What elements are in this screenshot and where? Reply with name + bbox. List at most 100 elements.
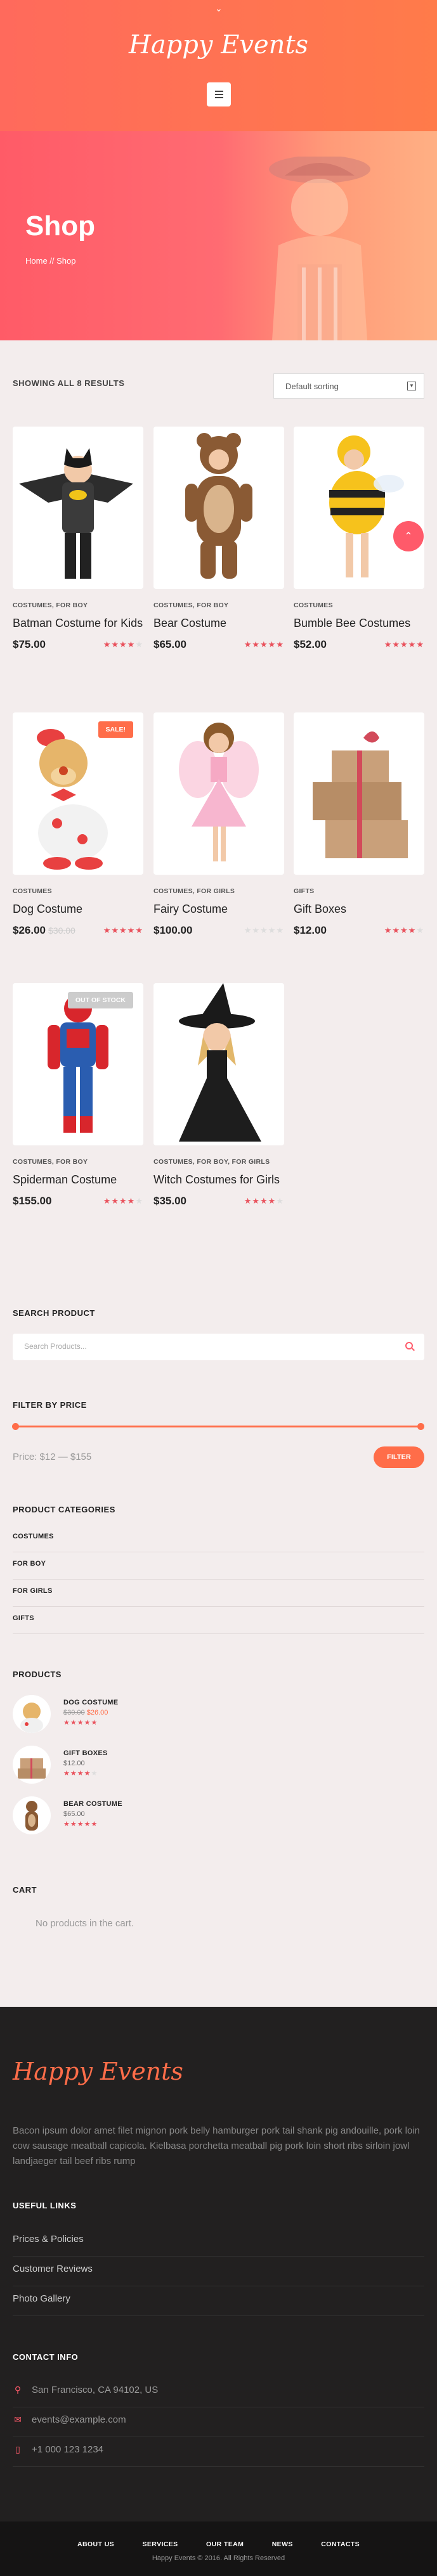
product-image-witch[interactable] (153, 983, 284, 1145)
site-logo[interactable]: Happy Events (0, 30, 437, 60)
footer-nav-news[interactable]: NEWS (272, 2541, 293, 2548)
footer-link-gallery[interactable]: Photo Gallery (13, 2293, 424, 2316)
mini-product-price: $65.00 (63, 1810, 85, 1818)
breadcrumb[interactable]: Home // Shop (25, 256, 76, 266)
product-title[interactable]: Bumble Bee Costumes (294, 615, 424, 631)
categories-title: PRODUCT CATEGORIES (13, 1505, 115, 1514)
product-price: $65.00 (153, 638, 186, 650)
products-widget-title: PRODUCTS (13, 1670, 62, 1679)
price-filter-title: FILTER BY PRICE (13, 1400, 87, 1410)
footer-link-prices[interactable]: Prices & Policies (13, 2234, 424, 2257)
product-category[interactable]: COSTUMES (13, 887, 143, 895)
product-image-bee[interactable] (294, 427, 424, 589)
product-card[interactable]: SALE! COSTUMES Dog Costume $26.00 $30.00 … (13, 712, 143, 937)
product-title[interactable]: Fairy Costume (153, 901, 284, 917)
product-category[interactable]: GIFTS (294, 887, 424, 895)
site-footer: Happy Events Bacon ipsum dolor amet file… (0, 2007, 437, 2521)
product-title[interactable]: Witch Costumes for Girls (153, 1172, 284, 1187)
product-category[interactable]: COSTUMES, FOR BOY (13, 1158, 143, 1166)
star-rating: ★★★★★ (63, 1719, 98, 1727)
footer-logo[interactable]: Happy Events (13, 2058, 183, 2085)
footer-nav-contacts[interactable]: CONTACTS (321, 2541, 360, 2548)
product-title[interactable]: Dog Costume (13, 901, 143, 917)
product-card[interactable]: COSTUMES, FOR BOY, FOR GIRLS Witch Costu… (153, 983, 284, 1208)
product-title[interactable]: Batman Costume for Kids (13, 615, 143, 631)
contact-info-title: CONTACT INFO (13, 2352, 79, 2362)
product-title[interactable]: Spiderman Costume (13, 1172, 143, 1187)
footer-nav-about[interactable]: ABOUT US (77, 2541, 114, 2548)
chevron-down-icon[interactable]: ⌄ (215, 4, 223, 13)
footer-bottom-bar: ABOUT US SERVICES OUR TEAM NEWS CONTACTS… (0, 2521, 437, 2576)
envelope-icon: ✉ (14, 2414, 22, 2425)
category-link-gifts[interactable]: GIFTS (13, 1614, 424, 1634)
star-rating: ★★★★★ (244, 925, 284, 935)
phone-icon: ▯ (15, 2444, 20, 2454)
product-price: $12.00 (294, 924, 327, 936)
product-card[interactable]: COSTUMES, FOR BOY Bear Costume $65.00 ★★… (153, 427, 284, 651)
product-card[interactable]: COSTUMES, FOR BOY Batman Costume for Kid… (13, 427, 143, 651)
star-rating: ★★★★★ (384, 640, 424, 649)
product-card[interactable]: GIFTS Gift Boxes $12.00 ★★★★★ (294, 712, 424, 937)
mini-product-name[interactable]: GIFT BOXES (63, 1749, 190, 1757)
product-title[interactable]: Gift Boxes (294, 901, 424, 917)
menu-toggle-button[interactable] (207, 82, 231, 106)
scroll-to-top-button[interactable]: ⌃ (393, 521, 424, 551)
product-image-gift-boxes[interactable] (294, 712, 424, 875)
mini-product-price: $30.00 $26.00 (63, 1709, 108, 1716)
footer-about-text: Bacon ipsum dolor amet filet mignon pork… (13, 2125, 421, 2167)
hero-girl-image (269, 157, 370, 340)
search-input[interactable]: Search Products... (13, 1334, 424, 1360)
location-pin-icon: ⚲ (14, 2385, 22, 2395)
cart-empty-message: No products in the cart. (36, 1918, 134, 1929)
product-category[interactable]: COSTUMES, FOR BOY, FOR GIRLS (153, 1158, 284, 1166)
sort-select[interactable]: Default sorting ▼ (273, 373, 424, 399)
star-rating: ★★★★★ (103, 640, 143, 649)
sort-value: Default sorting (285, 382, 339, 391)
results-count: SHOWING ALL 8 RESULTS (13, 378, 125, 388)
page-title: Shop (25, 210, 95, 242)
search-placeholder: Search Products... (24, 1342, 87, 1351)
slider-min-handle[interactable] (12, 1423, 19, 1430)
star-rating: ★★★★★ (103, 1196, 143, 1206)
star-rating: ★★★★★ (63, 1820, 98, 1828)
star-rating: ★★★★★ (103, 925, 143, 935)
product-image-bear[interactable] (153, 427, 284, 589)
search-widget-title: SEARCH PRODUCT (13, 1308, 95, 1318)
footer-nav-services[interactable]: SERVICES (142, 2541, 178, 2548)
product-card[interactable]: OUT OF STOCK COSTUMES, FOR BOY Spiderman… (13, 983, 143, 1208)
product-category[interactable]: COSTUMES, FOR BOY (153, 602, 284, 609)
category-link-for-boy[interactable]: FOR BOY (13, 1560, 424, 1580)
useful-links-title: USEFUL LINKS (13, 2201, 77, 2210)
product-price: $100.00 (153, 924, 193, 936)
mini-product-thumb[interactable] (13, 1746, 51, 1784)
product-category[interactable]: COSTUMES, FOR BOY (13, 602, 143, 609)
contact-email[interactable]: ✉ events@example.com (13, 2414, 424, 2437)
product-image-spiderman[interactable]: OUT OF STOCK (13, 983, 143, 1145)
mini-product-thumb[interactable] (13, 1796, 51, 1834)
filter-button[interactable]: FILTER (374, 1446, 424, 1468)
mini-product-name[interactable]: BEAR COSTUME (63, 1800, 190, 1808)
footer-nav-team[interactable]: OUR TEAM (206, 2541, 244, 2548)
category-link-costumes[interactable]: COSTUMES (13, 1533, 424, 1552)
mini-product-name[interactable]: DOG COSTUME (63, 1699, 190, 1706)
sale-badge: SALE! (98, 721, 133, 738)
hamburger-icon (214, 91, 223, 92)
price-slider[interactable] (12, 1423, 424, 1430)
product-image-fairy[interactable] (153, 712, 284, 875)
product-image-dog[interactable]: SALE! (13, 712, 143, 875)
product-title[interactable]: Bear Costume (153, 615, 284, 631)
contact-phone[interactable]: ▯ +1 000 123 1234 (13, 2444, 424, 2467)
search-icon[interactable] (405, 1342, 413, 1349)
product-image-batman[interactable] (13, 427, 143, 589)
contact-address: ⚲ San Francisco, CA 94102, US (13, 2385, 424, 2407)
product-card[interactable]: COSTUMES, FOR GIRLS Fairy Costume $100.0… (153, 712, 284, 937)
category-link-for-girls[interactable]: FOR GIRLS (13, 1587, 424, 1607)
star-rating: ★★★★★ (244, 640, 284, 649)
product-category[interactable]: COSTUMES (294, 602, 424, 609)
mini-product-thumb[interactable] (13, 1695, 51, 1733)
old-price: $30.00 (48, 925, 75, 936)
product-category[interactable]: COSTUMES, FOR GIRLS (153, 887, 284, 895)
slider-max-handle[interactable] (417, 1423, 424, 1430)
footer-link-reviews[interactable]: Customer Reviews (13, 2264, 424, 2286)
out-of-stock-badge: OUT OF STOCK (67, 992, 133, 1008)
